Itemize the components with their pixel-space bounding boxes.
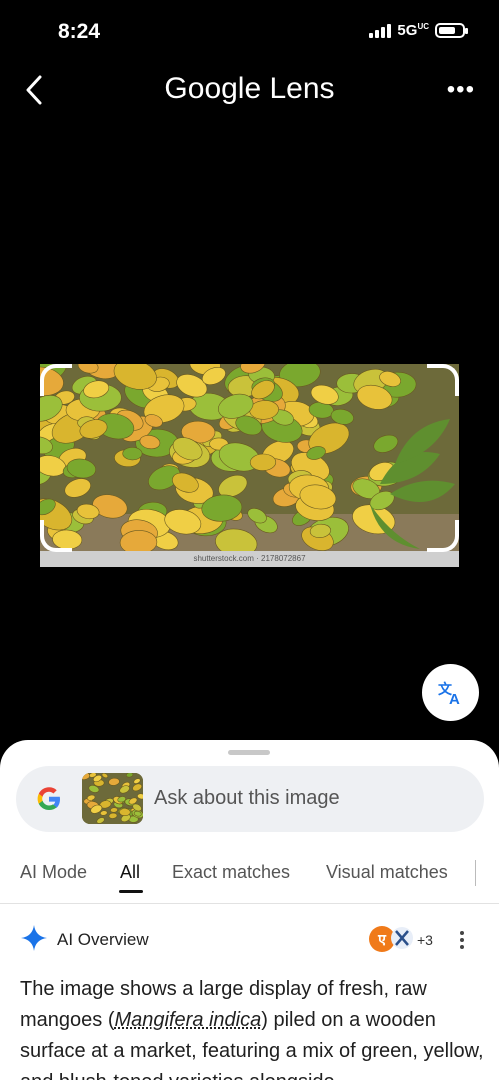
ai-overview-header: AI Overview ए +3 <box>0 922 499 958</box>
source-count[interactable]: +3 <box>417 932 433 948</box>
ai-overview-text: The image shows a large display of fresh… <box>20 978 484 1080</box>
results-sheet: Ask about this image AI Mode All Exact m… <box>0 740 499 1080</box>
network-type: 5GUC <box>397 22 429 39</box>
tab-exact-matches[interactable]: Exact matches <box>172 862 290 883</box>
tab-all[interactable]: All <box>120 862 140 883</box>
scientific-name-link[interactable]: Mangifera indica <box>115 1009 262 1031</box>
crop-corner-bottom-left[interactable] <box>40 520 72 552</box>
ai-sparkle-icon <box>21 925 47 951</box>
signal-icon <box>369 23 392 38</box>
google-g-icon <box>37 787 60 810</box>
ai-overview-title: AI Overview <box>57 930 149 949</box>
more-icon[interactable]: ••• <box>447 76 475 104</box>
search-placeholder[interactable]: Ask about this image <box>154 787 340 810</box>
tab-separator <box>475 860 476 886</box>
translate-button[interactable]: 文 A <box>422 664 479 721</box>
status-indicators: 5GUC <box>369 22 468 39</box>
selected-image[interactable]: shutterstock.com · 2178072867 <box>40 364 459 567</box>
page-title: Google Lens <box>164 72 335 105</box>
image-credit: shutterstock.com · 2178072867 <box>40 551 459 567</box>
ai-overview-menu-icon[interactable] <box>460 928 464 952</box>
crop-corner-top-left[interactable] <box>40 364 72 396</box>
image-thumbnail[interactable] <box>82 773 143 824</box>
active-tab-indicator <box>119 890 143 893</box>
source-favicon-2[interactable] <box>390 926 414 950</box>
crop-corner-top-right[interactable] <box>427 364 459 396</box>
svg-text:A: A <box>449 691 460 707</box>
tab-ai-mode[interactable]: AI Mode <box>20 862 87 883</box>
ask-image-search-bar[interactable]: Ask about this image <box>16 766 484 832</box>
translate-icon: 文 A <box>438 681 460 707</box>
result-tabs: AI Mode All Exact matches Visual matches <box>0 850 499 898</box>
lens-header: Google Lens ••• <box>0 66 499 114</box>
mangoes-photo <box>40 364 459 567</box>
sheet-drag-handle[interactable] <box>228 750 270 755</box>
status-bar: 8:24 5GUC <box>0 0 499 66</box>
crop-corner-bottom-right[interactable] <box>427 520 459 552</box>
battery-icon <box>435 23 468 38</box>
tab-visual-matches[interactable]: Visual matches <box>326 862 448 883</box>
tabs-divider <box>0 903 499 904</box>
status-time: 8:24 <box>58 20 101 43</box>
